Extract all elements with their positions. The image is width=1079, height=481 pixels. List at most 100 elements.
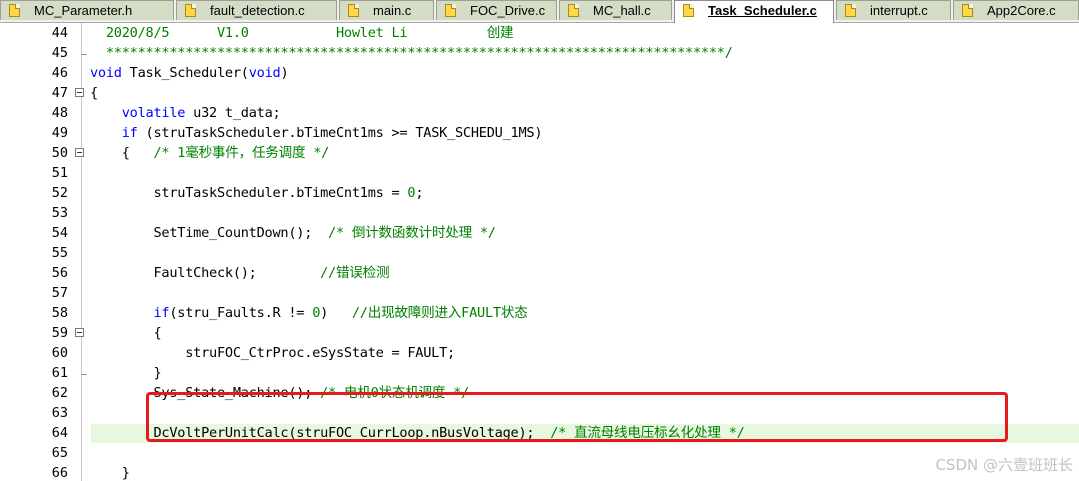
code-line[interactable]: 65	[0, 443, 1079, 463]
code-token: struFOC_CtrProc.eSysState = FAULT;	[90, 345, 455, 361]
fold-toggle-icon[interactable]	[75, 328, 84, 337]
code-text: {	[90, 323, 161, 343]
code-token: struTaskScheduler.bTimeCnt1ms =	[90, 185, 408, 201]
tab-foc-drive[interactable]: FOC_Drive.c	[436, 0, 557, 20]
code-line[interactable]: 48 volatile u32 t_data;	[0, 103, 1079, 123]
line-number: 45	[51, 45, 68, 61]
code-line[interactable]: 58 if(stru_Faults.R != 0) //出现故障则进入FAULT…	[0, 303, 1079, 323]
tab-task-scheduler[interactable]: Task_Scheduler.c	[674, 0, 834, 23]
code-line[interactable]: 60 struFOC_CtrProc.eSysState = FAULT;	[0, 343, 1079, 363]
tab-mc-hall[interactable]: MC_hall.c	[559, 0, 672, 20]
line-number: 60	[51, 345, 68, 361]
code-token: )	[280, 65, 289, 81]
code-line[interactable]: 66 }	[0, 463, 1079, 481]
fold-toggle-icon[interactable]	[75, 148, 84, 157]
tab-mc-parameter[interactable]: MC_Parameter.h	[0, 0, 174, 20]
code-token: SetTime_CountDown();	[90, 225, 329, 241]
code-line[interactable]: 55	[0, 243, 1079, 263]
c-file-icon	[962, 4, 973, 17]
code-line[interactable]: 52 struTaskScheduler.bTimeCnt1ms = 0;	[0, 183, 1079, 203]
tab-label: FOC_Drive.c	[470, 3, 546, 18]
code-token: (stru_Faults.R !=	[169, 305, 313, 321]
code-line[interactable]: 45 *************************************…	[0, 43, 1079, 63]
code-text: 2020/8/5 V1.0 Howlet Li 创建	[90, 23, 514, 43]
code-editor-window: MC_Parameter.h fault_detection.c main.c …	[0, 0, 1079, 481]
code-token: {	[90, 85, 98, 101]
code-line[interactable]: 53	[0, 203, 1079, 223]
code-token: FaultCheck();	[90, 265, 321, 281]
tab-main[interactable]: main.c	[339, 0, 434, 20]
tab-label: fault_detection.c	[210, 3, 305, 18]
line-number: 58	[51, 305, 68, 321]
code-token: /* 1毫秒事件，任务调度 */	[153, 145, 330, 161]
line-number: 49	[51, 125, 68, 141]
code-line[interactable]: 61 }	[0, 363, 1079, 383]
code-token: if	[121, 125, 138, 141]
code-token: Task_Scheduler(	[121, 65, 249, 81]
line-number: 62	[51, 385, 68, 401]
code-line[interactable]: 49 if (struTaskScheduler.bTimeCnt1ms >= …	[0, 123, 1079, 143]
tab-label: App2Core.c	[987, 3, 1056, 18]
line-number: 56	[51, 265, 68, 281]
code-token: }	[90, 365, 162, 381]
annotation-highlight-box	[146, 392, 1008, 442]
watermark: CSDN @六壹班班长	[935, 456, 1073, 474]
code-text: struFOC_CtrProc.eSysState = FAULT;	[90, 343, 455, 363]
tab-fault-detection[interactable]: fault_detection.c	[176, 0, 337, 20]
line-number: 54	[51, 225, 68, 241]
code-text: struTaskScheduler.bTimeCnt1ms = 0;	[90, 183, 423, 203]
code-line[interactable]: 56 FaultCheck(); //错误检测	[0, 263, 1079, 283]
code-token: 2020/8/5 V1.0 Howlet Li 创建	[90, 25, 514, 41]
code-line[interactable]: 47 {	[0, 83, 1079, 103]
code-token: //出现故障则进入FAULT状态	[351, 305, 528, 321]
code-text: SetTime_CountDown(); /* 倒计数函数计时处理 */	[90, 223, 496, 243]
code-text: }	[90, 463, 130, 481]
file-tab-bar: MC_Parameter.h fault_detection.c main.c …	[0, 0, 1079, 23]
code-text: ****************************************…	[90, 43, 733, 63]
code-text: if (struTaskScheduler.bTimeCnt1ms >= TAS…	[90, 123, 543, 143]
code-token: if	[153, 305, 170, 321]
c-file-icon	[845, 4, 856, 17]
line-number: 61	[51, 365, 68, 381]
code-line[interactable]: 44 2020/8/5 V1.0 Howlet Li 创建	[0, 23, 1079, 43]
code-text: void Task_Scheduler(void)	[90, 63, 289, 83]
line-number: 50	[51, 145, 68, 161]
tab-label: main.c	[373, 3, 412, 18]
line-number: 64	[51, 425, 68, 441]
code-line[interactable]: 50 { /* 1毫秒事件，任务调度 */	[0, 143, 1079, 163]
code-token: (struTaskScheduler.bTimeCnt1ms >= TASK_S…	[137, 125, 543, 141]
code-token: 0	[312, 305, 321, 321]
line-number: 44	[51, 25, 68, 41]
line-number: 57	[51, 285, 68, 301]
code-token: {	[90, 325, 162, 341]
tab-interrupt[interactable]: interrupt.c	[836, 0, 951, 20]
code-line[interactable]: 57	[0, 283, 1079, 303]
code-token: }	[90, 465, 130, 481]
code-text: {	[90, 83, 98, 103]
line-number: 51	[51, 165, 68, 181]
tab-app2core[interactable]: App2Core.c	[953, 0, 1079, 20]
c-file-icon	[348, 4, 359, 17]
code-text: FaultCheck(); //错误检测	[90, 263, 389, 283]
tab-label: interrupt.c	[870, 3, 928, 18]
tab-label: MC_Parameter.h	[34, 3, 133, 18]
c-file-icon	[445, 4, 456, 17]
code-line[interactable]: 59 {	[0, 323, 1079, 343]
fold-toggle-icon[interactable]	[75, 88, 84, 97]
code-token: u32 t_data;	[185, 105, 281, 121]
line-number: 48	[51, 105, 68, 121]
fold-end-marker	[81, 363, 87, 375]
line-number: 46	[51, 65, 68, 81]
line-number: 66	[51, 465, 68, 481]
code-line[interactable]: 51	[0, 163, 1079, 183]
code-line[interactable]: 46 void Task_Scheduler(void)	[0, 63, 1079, 83]
code-text: if(stru_Faults.R != 0) //出现故障则进入FAULT状态	[90, 303, 528, 323]
line-number: 59	[51, 325, 68, 341]
code-token: //错误检测	[320, 265, 390, 281]
code-token: void	[90, 65, 122, 81]
code-line[interactable]: 54 SetTime_CountDown(); /* 倒计数函数计时处理 */	[0, 223, 1079, 243]
code-token: ;	[415, 185, 424, 201]
line-number: 55	[51, 245, 68, 261]
